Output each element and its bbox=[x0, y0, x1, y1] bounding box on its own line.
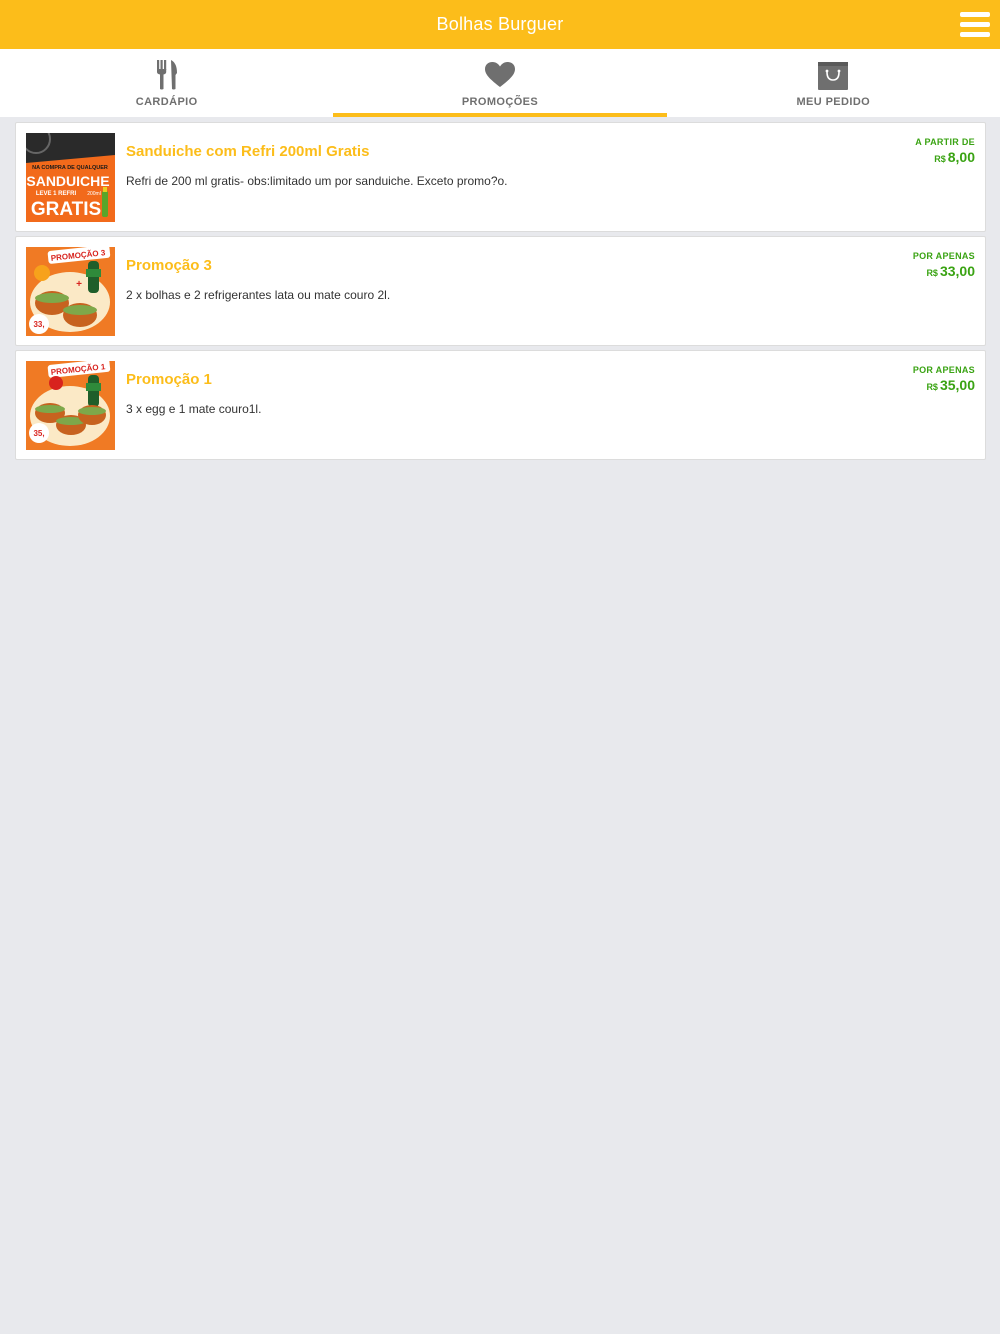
promotion-card[interactable]: PROMOÇÃO 3 33, + Promoção 3 2 x bolhas e… bbox=[15, 236, 986, 346]
promotion-image: PROMOÇÃO 3 33, + bbox=[26, 247, 115, 336]
currency: R$ bbox=[926, 382, 938, 392]
price-value: 8,00 bbox=[947, 149, 975, 165]
app-title: Bolhas Burguer bbox=[436, 14, 564, 34]
price-prefix: POR APENAS bbox=[912, 251, 975, 261]
heart-icon bbox=[483, 58, 517, 92]
svg-text:LEVE 1 REFRI: LEVE 1 REFRI bbox=[36, 191, 77, 197]
svg-text:33,: 33, bbox=[33, 320, 44, 329]
price-prefix: A PARTIR DE bbox=[915, 137, 975, 147]
app-header: Bolhas Burguer bbox=[0, 0, 1000, 49]
promotion-card[interactable]: NA COMPRA DE QUALQUER SANDUICHE LEVE 1 R… bbox=[15, 122, 986, 232]
currency: R$ bbox=[926, 268, 938, 278]
hamburger-menu-icon[interactable] bbox=[960, 12, 990, 38]
promotion-name: Sanduiche com Refri 200ml Gratis bbox=[126, 143, 370, 160]
svg-text:35,: 35, bbox=[33, 429, 44, 438]
tab-bar: CARDÁPIO PROMOÇÕES MEU PEDIDO bbox=[0, 49, 1000, 117]
tab-label: PROMOÇÕES bbox=[461, 96, 539, 108]
promotion-description: Refri de 200 ml gratis- obs:limitado um … bbox=[126, 174, 508, 188]
svg-text:SANDUICHE: SANDUICHE bbox=[26, 173, 109, 189]
promotion-image: PROMOÇÃO 1 35, bbox=[26, 361, 115, 450]
currency: R$ bbox=[934, 154, 946, 164]
tab-cardapio[interactable]: CARDÁPIO bbox=[0, 49, 333, 117]
tab-meu-pedido[interactable]: MEU PEDIDO bbox=[667, 49, 1000, 117]
price-prefix: POR APENAS bbox=[912, 365, 975, 375]
price-box: POR APENAS R$ 33,00 bbox=[913, 251, 975, 279]
price-value: 33,00 bbox=[939, 263, 975, 279]
shopping-bag-icon bbox=[816, 58, 850, 92]
promotion-description: 2 x bolhas e 2 refrigerantes lata ou mat… bbox=[126, 288, 391, 302]
promotion-description: 3 x egg e 1 mate couro1l. bbox=[126, 402, 262, 416]
fork-knife-icon bbox=[150, 58, 184, 92]
svg-text:+: + bbox=[76, 279, 82, 290]
tab-label: CARDÁPIO bbox=[135, 96, 198, 108]
promotion-image: NA COMPRA DE QUALQUER SANDUICHE LEVE 1 R… bbox=[26, 133, 115, 222]
price-value: 35,00 bbox=[939, 377, 975, 393]
svg-text:NA COMPRA DE QUALQUER: NA COMPRA DE QUALQUER bbox=[32, 165, 108, 171]
svg-text:200ml: 200ml bbox=[87, 191, 101, 197]
promotion-name: Promoção 3 bbox=[126, 257, 212, 274]
promotion-card[interactable]: PROMOÇÃO 1 35, Promoção 1 3 x egg e 1 ma… bbox=[15, 350, 986, 460]
promotion-name: Promoção 1 bbox=[126, 371, 212, 388]
tab-label: MEU PEDIDO bbox=[796, 96, 871, 108]
promotions-list: NA COMPRA DE QUALQUER SANDUICHE LEVE 1 R… bbox=[15, 122, 986, 464]
price-box: A PARTIR DE R$ 8,00 bbox=[915, 137, 975, 165]
tab-promocoes[interactable]: PROMOÇÕES bbox=[333, 49, 667, 117]
svg-text:GRATIS: GRATIS bbox=[31, 199, 101, 220]
price-box: POR APENAS R$ 35,00 bbox=[913, 365, 975, 393]
